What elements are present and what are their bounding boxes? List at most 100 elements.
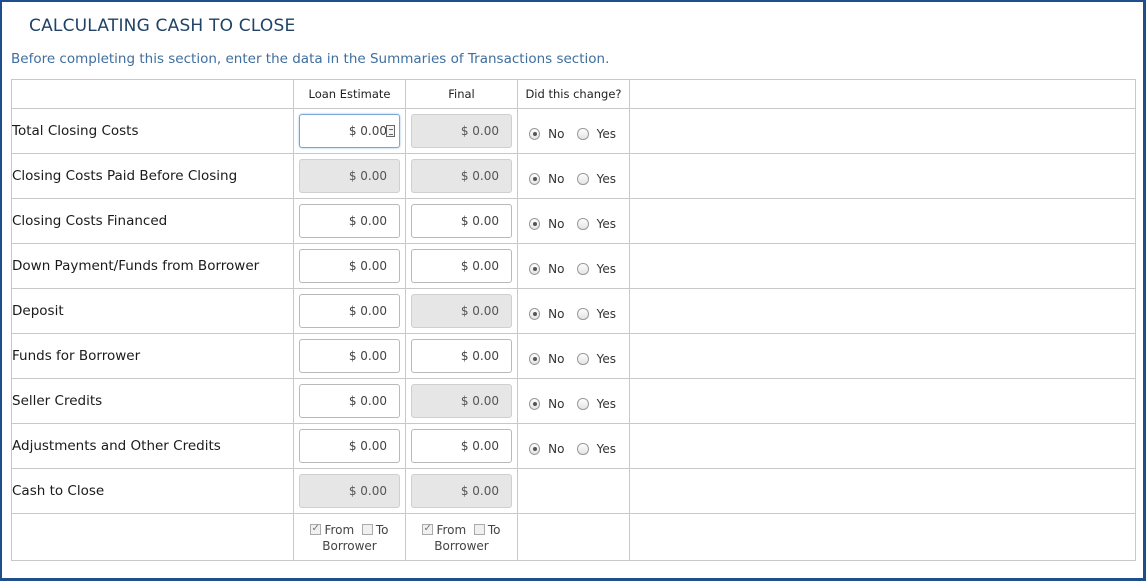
table-row: Total Closing Costs $ 0.00 $ 0.00 No Yes bbox=[11, 108, 1136, 154]
final-input[interactable]: $ 0.00 bbox=[411, 339, 512, 373]
radio-label-no: No bbox=[548, 352, 565, 366]
footer-spacer-cell bbox=[629, 513, 1136, 561]
final-input: $ 0.00 bbox=[411, 474, 512, 508]
changed-yes-radio[interactable] bbox=[577, 353, 589, 365]
radio-label-yes: Yes bbox=[596, 352, 616, 366]
final-input: $ 0.00 bbox=[411, 384, 512, 418]
le-to-checkbox[interactable] bbox=[361, 524, 373, 535]
final-to-checkbox[interactable] bbox=[473, 524, 485, 535]
loan-estimate-input[interactable]: $ 0.00 bbox=[299, 384, 400, 418]
table-row: Closing Costs Financed $ 0.00 $ 0.00 No Y… bbox=[11, 198, 1136, 244]
loan-estimate-input: $ 0.00 bbox=[299, 159, 400, 193]
final-input: $ 0.00 bbox=[411, 294, 512, 328]
loan-estimate-input: $ 0.00 bbox=[299, 474, 400, 508]
changed-cell: No Yes bbox=[517, 108, 630, 154]
borrower-label: Borrower bbox=[434, 539, 489, 553]
loan-estimate-cell: $ 0.00 bbox=[293, 198, 406, 244]
changed-no-radio[interactable] bbox=[529, 443, 541, 455]
changed-yes-radio[interactable] bbox=[577, 263, 589, 275]
changed-cell bbox=[517, 468, 630, 514]
final-cell: $ 0.00 bbox=[405, 108, 518, 154]
table-row: Closing Costs Paid Before Closing $ 0.00… bbox=[11, 153, 1136, 199]
header-loan-estimate: Loan Estimate bbox=[293, 79, 406, 109]
radio-label-yes: Yes bbox=[596, 172, 616, 186]
borrower-label: Borrower bbox=[322, 539, 377, 553]
loan-estimate-cell: $ 0.00 bbox=[293, 378, 406, 424]
loan-estimate-input[interactable]: $ 0.00 bbox=[299, 429, 400, 463]
spacer-cell bbox=[629, 468, 1136, 514]
final-cell: $ 0.00 bbox=[405, 468, 518, 514]
loan-estimate-cell: $ 0.00 bbox=[293, 153, 406, 199]
final-input[interactable]: $ 0.00 bbox=[411, 204, 512, 238]
changed-no-radio[interactable] bbox=[529, 173, 541, 185]
radio-label-yes: Yes bbox=[596, 397, 616, 411]
row-label: Down Payment/Funds from Borrower bbox=[11, 243, 294, 289]
final-direction-cell: From To Borrower bbox=[405, 513, 518, 561]
changed-cell: No Yes bbox=[517, 378, 630, 424]
spacer-cell bbox=[629, 378, 1136, 424]
changed-cell: No Yes bbox=[517, 288, 630, 334]
changed-yes-radio[interactable] bbox=[577, 218, 589, 230]
final-from-checkbox[interactable] bbox=[422, 521, 434, 537]
radio-label-yes: Yes bbox=[596, 217, 616, 231]
table-header-row: Loan Estimate Final Did this change? bbox=[11, 79, 1136, 109]
loan-estimate-input[interactable]: $ 0.00 bbox=[299, 294, 400, 328]
table-row: Seller Credits $ 0.00 $ 0.00 No Yes bbox=[11, 378, 1136, 424]
changed-yes-radio[interactable] bbox=[577, 173, 589, 185]
radio-label-no: No bbox=[548, 307, 565, 321]
final-cell: $ 0.00 bbox=[405, 333, 518, 379]
loan-estimate-input[interactable]: $ 0.00 bbox=[299, 339, 400, 373]
radio-label-no: No bbox=[548, 217, 565, 231]
changed-yes-radio[interactable] bbox=[577, 443, 589, 455]
row-label: Adjustments and Other Credits bbox=[11, 423, 294, 469]
footer-changed-cell bbox=[517, 513, 630, 561]
loan-estimate-cell: $ 0.00 bbox=[293, 288, 406, 334]
loan-estimate-input[interactable]: $ 0.00 bbox=[299, 249, 400, 283]
radio-label-yes: Yes bbox=[596, 442, 616, 456]
changed-no-radio[interactable] bbox=[529, 308, 541, 320]
header-spacer bbox=[629, 79, 1136, 109]
changed-no-radio[interactable] bbox=[529, 218, 541, 230]
radio-label-yes: Yes bbox=[596, 262, 616, 276]
cash-to-close-table: Loan Estimate Final Did this change? Tot… bbox=[11, 79, 1136, 561]
changed-yes-radio[interactable] bbox=[577, 128, 589, 140]
le-from-checkbox[interactable] bbox=[310, 521, 322, 537]
from-to-borrower-row: From To Borrower From To Borrower bbox=[11, 513, 1136, 561]
row-label: Cash to Close bbox=[11, 468, 294, 514]
changed-no-radio[interactable] bbox=[529, 263, 541, 275]
header-label bbox=[11, 79, 294, 109]
radio-label-no: No bbox=[548, 127, 565, 141]
spacer-cell bbox=[629, 333, 1136, 379]
loan-estimate-cell: $ 0.00 bbox=[293, 108, 406, 154]
to-label: To bbox=[375, 523, 389, 537]
final-cell: $ 0.00 bbox=[405, 288, 518, 334]
radio-label-no: No bbox=[548, 262, 565, 276]
final-input: $ 0.00 bbox=[411, 114, 512, 148]
row-label: Closing Costs Financed bbox=[11, 198, 294, 244]
radio-label-yes: Yes bbox=[596, 307, 616, 321]
from-label: From bbox=[436, 523, 467, 537]
calculating-cash-to-close-panel: CALCULATING CASH TO CLOSE Before complet… bbox=[0, 0, 1146, 581]
row-label: Total Closing Costs bbox=[11, 108, 294, 154]
radio-label-no: No bbox=[548, 172, 565, 186]
changed-yes-radio[interactable] bbox=[577, 398, 589, 410]
final-input[interactable]: $ 0.00 bbox=[411, 429, 512, 463]
changed-no-radio[interactable] bbox=[529, 128, 541, 140]
calculator-icon[interactable] bbox=[386, 125, 395, 137]
row-label: Deposit bbox=[11, 288, 294, 334]
changed-no-radio[interactable] bbox=[529, 353, 541, 365]
header-did-this-change: Did this change? bbox=[517, 79, 630, 109]
table-row: Down Payment/Funds from Borrower $ 0.00 … bbox=[11, 243, 1136, 289]
loan-estimate-cell: $ 0.00 bbox=[293, 243, 406, 289]
changed-no-radio[interactable] bbox=[529, 398, 541, 410]
loan-estimate-input[interactable]: $ 0.00 bbox=[299, 114, 400, 148]
loan-estimate-cell: $ 0.00 bbox=[293, 333, 406, 379]
changed-yes-radio[interactable] bbox=[577, 308, 589, 320]
radio-label-no: No bbox=[548, 442, 565, 456]
from-label: From bbox=[324, 523, 355, 537]
loan-estimate-direction-cell: From To Borrower bbox=[293, 513, 406, 561]
final-cell: $ 0.00 bbox=[405, 243, 518, 289]
loan-estimate-input[interactable]: $ 0.00 bbox=[299, 204, 400, 238]
table-row: Funds for Borrower $ 0.00 $ 0.00 No Yes bbox=[11, 333, 1136, 379]
final-input[interactable]: $ 0.00 bbox=[411, 249, 512, 283]
